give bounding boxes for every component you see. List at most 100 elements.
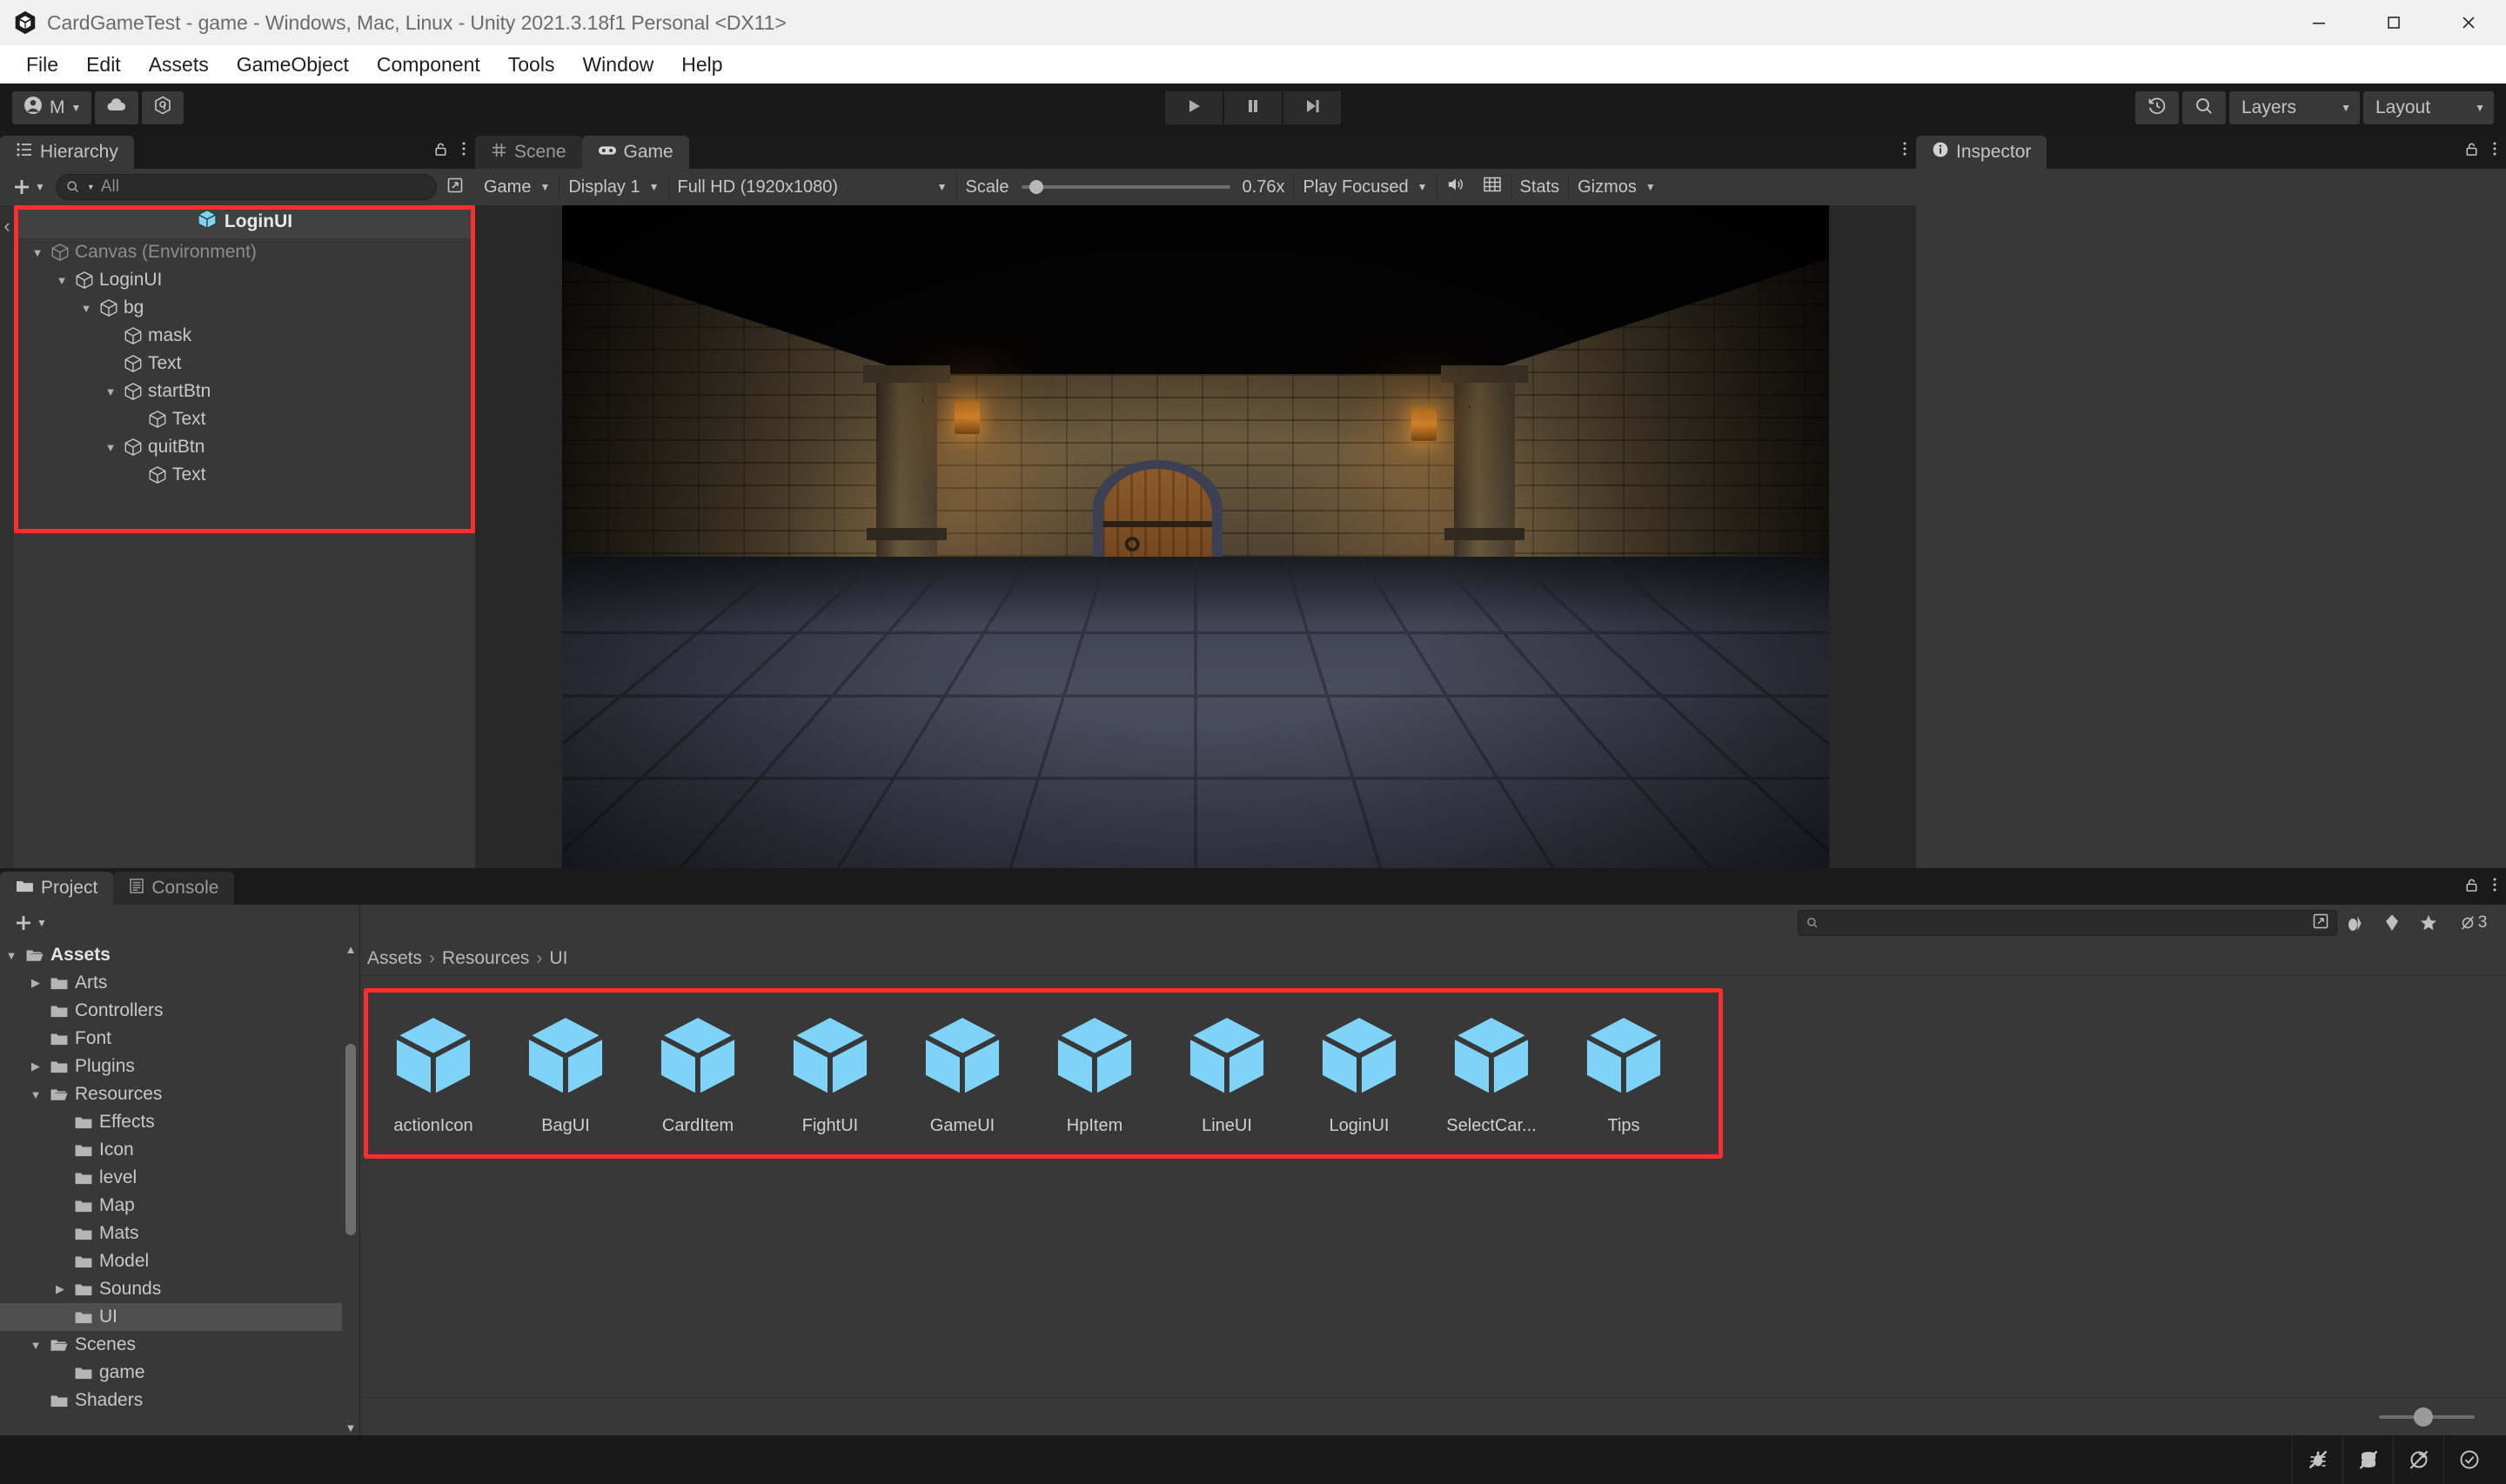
pause-button[interactable] (1224, 91, 1282, 124)
project-search-input[interactable] (1798, 910, 2337, 936)
hierarchy-item-mask[interactable]: ▶mask (14, 322, 475, 350)
gizmos-dropdown[interactable]: Gizmos ▼ (1569, 169, 1665, 205)
cloud-button[interactable] (95, 91, 139, 124)
project-tree-item-level[interactable]: ▶level (0, 1164, 342, 1192)
filter-label-icon[interactable] (2374, 906, 2410, 939)
menu-tools[interactable]: Tools (494, 50, 569, 80)
tab-hierarchy[interactable]: Hierarchy (0, 136, 134, 169)
hierarchy-add-button[interactable]: ▼ (7, 177, 50, 197)
search-button[interactable] (2182, 91, 2226, 124)
project-tree-item-shaders[interactable]: ▶Shaders (0, 1387, 342, 1414)
menu-help[interactable]: Help (667, 50, 736, 80)
minimize-button[interactable] (2282, 0, 2356, 45)
expand-triangle-icon[interactable]: ▼ (54, 274, 70, 287)
menu-gameobject[interactable]: GameObject (223, 50, 363, 80)
project-add-button[interactable]: ▼ (9, 913, 52, 933)
hierarchy-item-bg[interactable]: ▼ bg (14, 294, 475, 322)
hierarchy-search-input[interactable]: ▼ All (55, 174, 437, 200)
project-tree-scrollbar[interactable]: ▲ ▼ (342, 941, 359, 1435)
menu-window[interactable]: Window (568, 50, 667, 80)
expand-triangle-icon[interactable]: ▶ (28, 1060, 44, 1073)
expand-triangle-icon[interactable]: ▼ (3, 949, 19, 962)
project-tree-item-map[interactable]: ▶Map (0, 1192, 342, 1220)
menu-edit[interactable]: Edit (72, 50, 135, 80)
project-tree-item-controllers[interactable]: ▶Controllers (0, 997, 342, 1025)
expand-triangle-icon[interactable]: ▼ (28, 1088, 44, 1101)
more-vertical-icon[interactable] (2492, 876, 2497, 898)
maximize-button[interactable] (2356, 0, 2431, 45)
lock-icon[interactable] (432, 141, 449, 162)
project-tree-item-arts[interactable]: ▶ Arts (0, 969, 342, 997)
project-tree-item-model[interactable]: ▶Model (0, 1247, 342, 1275)
menu-assets[interactable]: Assets (135, 50, 223, 80)
more-vertical-icon[interactable] (2492, 140, 2497, 162)
stats-button[interactable]: Stats (1511, 169, 1569, 205)
asset-item-fightui[interactable]: FightUI (764, 997, 896, 1136)
favorites-star-icon[interactable] (2410, 906, 2447, 939)
scroll-up-arrow-icon[interactable]: ▲ (345, 943, 357, 956)
asset-item-actionicon[interactable]: actionIcon (367, 997, 499, 1136)
hierarchy-sort-icon[interactable] (442, 176, 468, 199)
layout-dropdown[interactable]: Layout ▼ (2363, 91, 2494, 124)
expand-triangle-icon[interactable]: ▼ (78, 302, 94, 315)
project-tree-item-icon[interactable]: ▶Icon (0, 1136, 342, 1164)
game-view-viewport[interactable] (475, 205, 1916, 868)
step-button[interactable] (1283, 91, 1341, 124)
collab-off-icon[interactable] (2393, 1435, 2443, 1484)
lock-icon[interactable] (2463, 877, 2480, 898)
expand-triangle-icon[interactable]: ▼ (103, 385, 118, 398)
hierarchy-prefab-header[interactable]: LoginUI (14, 205, 475, 238)
expand-triangle-icon[interactable]: ▼ (30, 246, 45, 259)
more-vertical-icon[interactable] (461, 140, 466, 162)
hierarchy-item-text[interactable]: ▶Text (14, 461, 475, 489)
tab-inspector[interactable]: Inspector (1916, 136, 2047, 169)
project-tree-item-scenes[interactable]: ▼ Scenes (0, 1331, 342, 1359)
expand-triangle-icon[interactable]: ▶ (28, 976, 44, 990)
asset-item-loginui[interactable]: LoginUI (1293, 997, 1425, 1136)
asset-zoom-knob[interactable] (2414, 1407, 2433, 1427)
breadcrumb-ui[interactable]: UI (549, 948, 567, 969)
mute-audio-button[interactable] (1437, 169, 1474, 205)
hierarchy-item-startbtn[interactable]: ▼ startBtn (14, 378, 475, 405)
expand-triangle-icon[interactable]: ▼ (103, 441, 118, 454)
project-tree-item-effects[interactable]: ▶Effects (0, 1108, 342, 1136)
breadcrumb-resources[interactable]: Resources (442, 948, 529, 969)
lock-icon[interactable] (2463, 141, 2480, 162)
save-search-icon[interactable] (2312, 912, 2329, 934)
tab-project[interactable]: Project (0, 872, 114, 905)
project-tree-item-game[interactable]: ▶game (0, 1359, 342, 1387)
debug-bug-off-icon[interactable] (2292, 1435, 2342, 1484)
asset-item-tips[interactable]: Tips (1558, 997, 1690, 1136)
scroll-down-arrow-icon[interactable]: ▼ (345, 1421, 357, 1434)
resolution-dropdown[interactable]: Full HD (1920x1080) ▼ (669, 169, 956, 205)
asset-item-selectcar-[interactable]: SelectCar... (1425, 997, 1558, 1136)
asset-zoom-slider[interactable] (2379, 1407, 2475, 1427)
asset-item-bagui[interactable]: BagUI (499, 997, 632, 1136)
hierarchy-item-text[interactable]: ▶Text (14, 405, 475, 433)
menu-file[interactable]: File (12, 50, 72, 80)
scrollbar-thumb[interactable] (345, 1044, 356, 1235)
play-mode-dropdown[interactable]: Play Focused ▼ (1294, 169, 1436, 205)
expand-triangle-icon[interactable]: ▼ (28, 1339, 44, 1352)
hidden-assets-indicator[interactable]: 3 (2447, 906, 2499, 939)
game-mode-dropdown[interactable]: Game ▼ (475, 169, 559, 205)
account-button[interactable]: M ▼ (12, 91, 92, 124)
unity-services-button[interactable] (142, 91, 184, 124)
hierarchy-collapse-gutter[interactable]: ‹ (0, 205, 14, 868)
aspect-frame-button[interactable] (1474, 169, 1511, 205)
layers-dropdown[interactable]: Layers ▼ (2229, 91, 2360, 124)
scale-slider-knob[interactable] (1029, 180, 1043, 194)
hierarchy-item-text[interactable]: ▶Text (14, 350, 475, 378)
breadcrumb-assets[interactable]: Assets (367, 948, 422, 969)
database-off-icon[interactable] (2342, 1435, 2393, 1484)
asset-item-carditem[interactable]: CardItem (632, 997, 764, 1136)
project-tree-item-assets[interactable]: ▼ Assets (0, 941, 342, 969)
asset-browser-grid-area[interactable]: actionIcon BagUI CardItem FightUI GameUI HpIt… (360, 976, 2506, 1397)
project-tree-item-sounds[interactable]: ▶ Sounds (0, 1275, 342, 1303)
tab-console[interactable]: Console (113, 872, 235, 905)
hierarchy-item-canvas-environment-[interactable]: ▼ Canvas (Environment) (14, 238, 475, 266)
close-button[interactable] (2431, 0, 2506, 45)
game-render-surface[interactable] (562, 205, 1829, 868)
check-circle-icon[interactable] (2443, 1435, 2494, 1484)
display-dropdown[interactable]: Display 1 ▼ (559, 169, 667, 205)
